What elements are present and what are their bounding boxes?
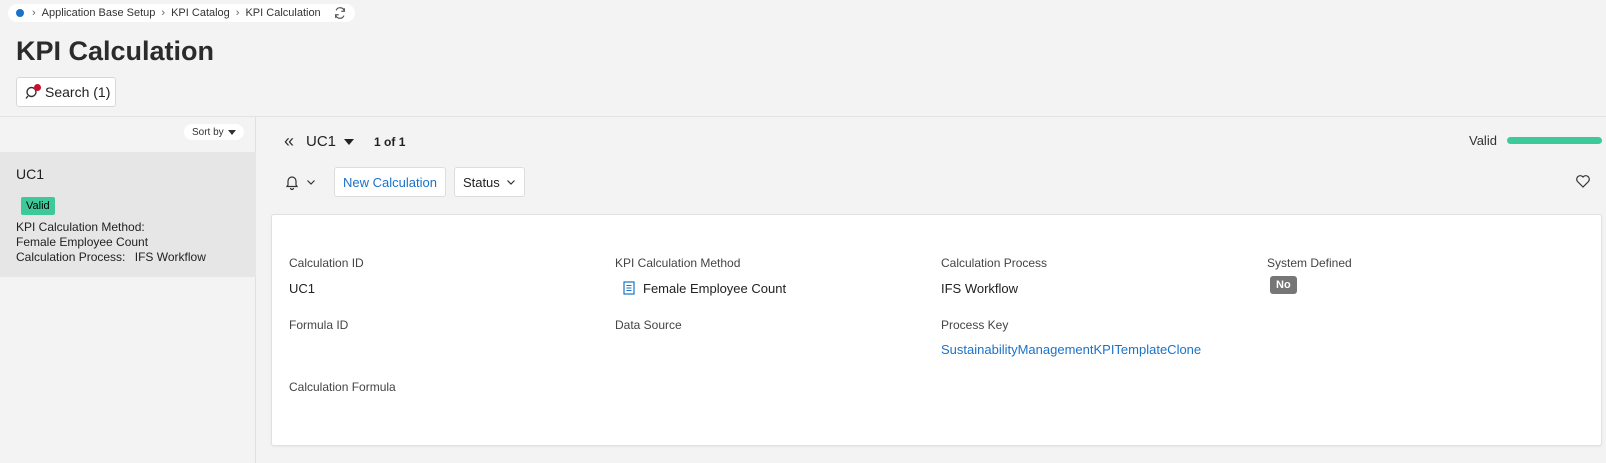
calculation-process-value: IFS Workflow (941, 281, 1019, 296)
search-label: Search (1) (45, 84, 111, 100)
record-list-panel: Sort by UC1 Valid KPI Calculation Method… (0, 117, 256, 463)
calculation-id-label: Calculation ID (289, 256, 364, 270)
kpi-method-label: KPI Calculation Method (615, 256, 741, 270)
list-item-title: UC1 (16, 166, 45, 182)
double-chevron-left-icon[interactable]: « (284, 131, 294, 152)
list-item-process-label: Calculation Process: (16, 250, 126, 264)
details-card: Calculation ID UC1 KPI Calculation Metho… (271, 214, 1602, 446)
chevron-down-icon (506, 180, 515, 185)
list-item-method-label: KPI Calculation Method: (16, 220, 145, 234)
record-count: 1 of 1 (374, 134, 406, 149)
record-navigator: « UC1 1 of 1 (284, 131, 405, 152)
breadcrumb-item-kpi-catalog[interactable]: KPI Catalog (171, 7, 230, 19)
process-key-label: Process Key (941, 318, 1009, 332)
filter-active-indicator (34, 84, 41, 91)
new-calculation-button[interactable]: New Calculation (334, 167, 446, 197)
record-name[interactable]: UC1 (306, 133, 336, 150)
toolbar: New Calculation Status (284, 167, 533, 197)
breadcrumb-item-kpi-calculation: KPI Calculation (245, 7, 321, 19)
breadcrumb: › Application Base Setup › KPI Catalog ›… (8, 4, 355, 22)
chevron-right-icon: › (32, 7, 36, 19)
process-key-link[interactable]: SustainabilityManagementKPITemplateClone (941, 342, 1201, 357)
calculation-process-label: Calculation Process (941, 256, 1048, 270)
formula-id-label: Formula ID (289, 318, 349, 332)
system-defined-label: System Defined (1267, 256, 1352, 270)
breadcrumb-item-application-base-setup[interactable]: Application Base Setup (42, 7, 156, 19)
chevron-right-icon: › (161, 7, 166, 19)
chevron-right-icon: › (235, 7, 240, 19)
notification-menu-button[interactable] (284, 174, 316, 190)
calculation-formula-label: Calculation Formula (289, 380, 396, 394)
caret-down-icon (227, 129, 236, 135)
list-item-process: Calculation Process: IFS Workflow (16, 250, 206, 264)
list-item[interactable]: UC1 Valid KPI Calculation Method: Female… (0, 152, 256, 277)
chevron-down-icon (307, 180, 315, 185)
status-progress-bar (1506, 137, 1602, 144)
home-icon[interactable] (16, 9, 24, 17)
bell-icon (285, 176, 299, 190)
document-icon[interactable] (623, 281, 635, 295)
search-button[interactable]: Search (1) (16, 77, 116, 107)
page-title: KPI Calculation (16, 36, 215, 66)
status-text: Valid (1469, 133, 1497, 148)
status-badge: Valid (21, 197, 55, 215)
status-menu-button[interactable]: Status (453, 167, 525, 197)
status-indicator: Valid (1469, 133, 1602, 148)
data-source-label: Data Source (615, 318, 682, 332)
sort-by-label: Sort by (192, 126, 224, 138)
calculation-id-value: UC1 (289, 281, 316, 296)
kpi-method-value[interactable]: Female Employee Count (643, 281, 786, 296)
system-defined-badge: No (1270, 276, 1297, 294)
list-item-method-value: Female Employee Count (16, 235, 149, 249)
status-menu-label: Status (462, 174, 500, 190)
heart-icon[interactable] (1575, 173, 1591, 189)
list-item-process-value: IFS Workflow (134, 250, 206, 264)
sort-by-button[interactable]: Sort by (184, 124, 244, 140)
refresh-icon[interactable] (333, 6, 347, 20)
caret-down-icon[interactable] (344, 138, 355, 145)
